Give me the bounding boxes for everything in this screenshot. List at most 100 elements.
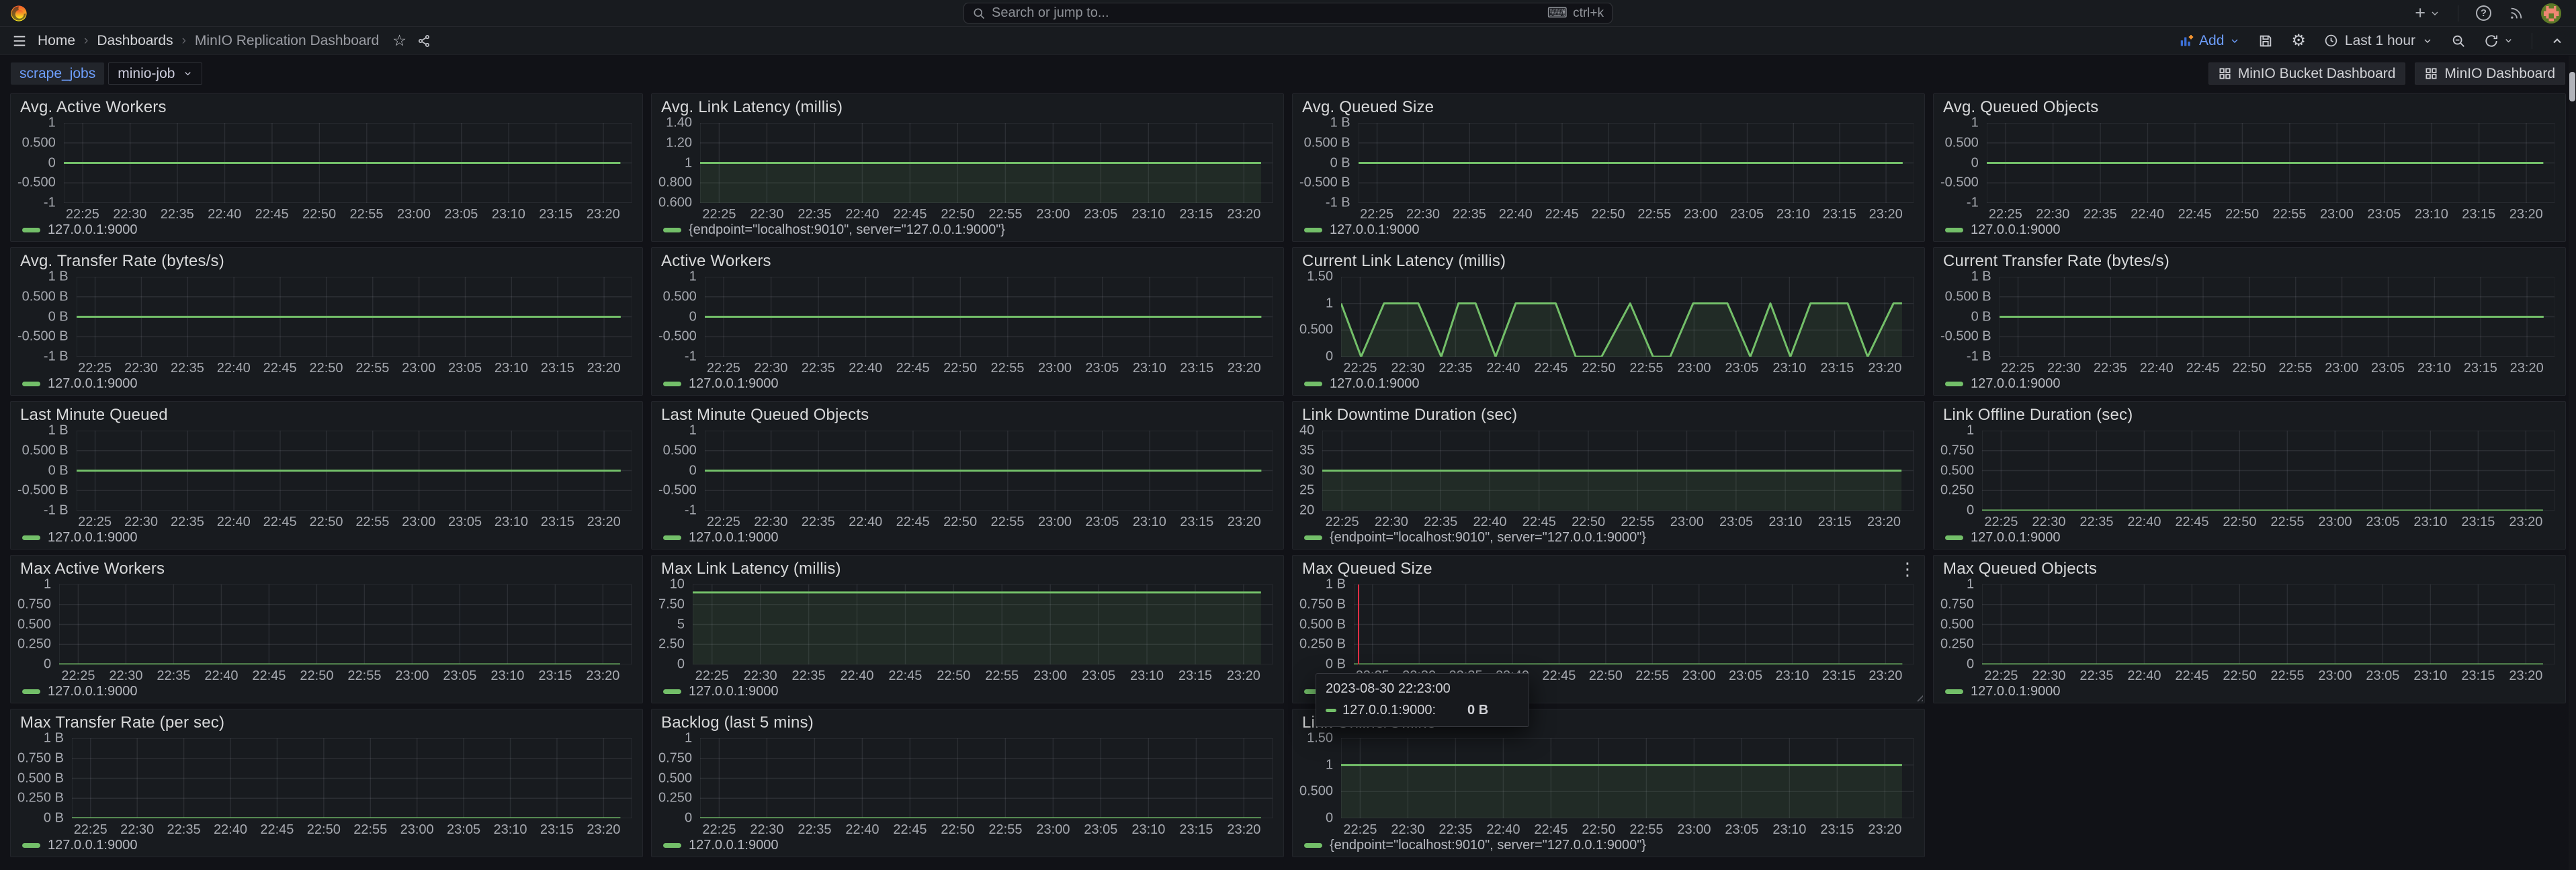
panel-title[interactable]: Avg. Transfer Rate (bytes/s) — [20, 252, 224, 271]
panel-title[interactable]: Current Link Latency (millis) — [1302, 252, 1506, 271]
legend-series-label[interactable]: 127.0.0.1:9000 — [689, 376, 778, 392]
help-icon[interactable]: ? — [2476, 5, 2491, 21]
news-icon[interactable] — [2509, 6, 2524, 21]
x-axis-label: 22:50 — [2225, 207, 2259, 222]
variable-value-dropdown[interactable]: minio-job — [108, 62, 202, 85]
page-scrollbar — [2569, 56, 2576, 870]
x-axis-label: 22:55 — [355, 515, 389, 530]
link-minio-bucket-dashboard[interactable]: MinIO Bucket Dashboard — [2208, 62, 2406, 85]
panel-title[interactable]: Max Active Workers — [20, 560, 165, 578]
breadcrumb-dashboards[interactable]: Dashboards — [97, 33, 173, 49]
plot-area[interactable] — [700, 123, 1273, 203]
legend-series-label[interactable]: 127.0.0.1:9000 — [48, 222, 137, 238]
y-axis-label: 0.500 — [17, 617, 51, 632]
y-axis-label: 0.500 B — [1945, 289, 1991, 304]
plot-area[interactable] — [72, 738, 632, 818]
plot-area[interactable] — [77, 277, 632, 357]
legend-series-label[interactable]: 127.0.0.1:9000 — [1971, 684, 2060, 699]
add-panel-button[interactable]: Add — [2179, 33, 2240, 49]
breadcrumb-current-dashboard: MinIO Replication Dashboard — [195, 33, 379, 49]
grafana-logo[interactable] — [9, 4, 28, 23]
y-axis-label: -0.500 B — [17, 483, 69, 498]
legend-series-label[interactable]: 127.0.0.1:9000 — [1971, 222, 2060, 238]
legend-series-label[interactable]: 127.0.0.1:9000 — [1971, 530, 2060, 546]
legend-series-label[interactable]: 127.0.0.1:9000 — [689, 684, 778, 699]
panel-title[interactable]: Backlog (last 5 mins) — [661, 713, 814, 732]
y-axis-label: 0 — [1967, 503, 1974, 519]
save-dashboard-icon[interactable] — [2258, 34, 2273, 48]
panel-title[interactable]: Last Minute Queued — [20, 406, 168, 425]
panel-title[interactable]: Avg. Link Latency (millis) — [661, 98, 843, 117]
scrollbar-thumb[interactable] — [2569, 72, 2575, 101]
plot-area[interactable] — [705, 431, 1273, 511]
legend-series-label[interactable]: 127.0.0.1:9000 — [1330, 376, 1419, 392]
plot-area[interactable] — [1982, 584, 2554, 664]
panel-title[interactable]: Avg. Active Workers — [20, 98, 167, 117]
plot-region: 40403530252022:2522:3022:3522:4022:4522:… — [1293, 425, 1924, 528]
legend-series-label[interactable]: 127.0.0.1:9000 — [689, 838, 778, 853]
user-avatar[interactable] — [2541, 3, 2561, 24]
x-axis-label: 23:00 — [395, 668, 429, 684]
share-icon[interactable] — [417, 34, 431, 48]
legend-series-label[interactable]: {endpoint="localhost:9010", server="127.… — [1330, 530, 1646, 546]
plot-area[interactable] — [64, 123, 632, 203]
plot-area[interactable] — [2000, 277, 2554, 357]
legend-series-label[interactable]: 127.0.0.1:9000 — [689, 530, 778, 546]
plot-area[interactable] — [1322, 431, 1914, 511]
plot-area[interactable] — [1341, 277, 1914, 357]
collapse-toolbar-icon[interactable] — [2550, 34, 2564, 48]
plot-area[interactable] — [705, 277, 1273, 357]
star-icon[interactable]: ☆ — [392, 32, 406, 50]
panel-title[interactable]: Current Transfer Rate (bytes/s) — [1943, 252, 2170, 271]
legend-series-label[interactable]: 127.0.0.1:9000 — [1330, 222, 1419, 238]
panel-header: Max Link Latency (millis) — [652, 559, 1283, 579]
x-axis-label: 22:50 — [1582, 361, 1615, 376]
plot-area[interactable] — [693, 584, 1273, 664]
breadcrumb-separator: › — [182, 34, 186, 48]
time-range-picker[interactable]: Last 1 hour — [2324, 33, 2433, 49]
breadcrumb-home[interactable]: Home — [38, 33, 75, 49]
panel-title[interactable]: Link Downtime Duration (sec) — [1302, 406, 1517, 425]
panel-title[interactable]: Link Offline Duration (sec) — [1943, 406, 2133, 425]
y-axis-label: 0 — [44, 657, 51, 672]
plot-area[interactable] — [1982, 431, 2554, 511]
panel-title[interactable]: Avg. Queued Objects — [1943, 98, 2099, 117]
zoom-out-icon[interactable] — [2451, 34, 2466, 48]
legend-series-label[interactable]: 127.0.0.1:9000 — [48, 376, 137, 392]
plot-region: 0.750 B1 B0.750 B0.500 B0.250 B0 B22:252… — [1293, 579, 1924, 682]
plot-area[interactable] — [1354, 584, 1914, 664]
legend-series-label[interactable]: 127.0.0.1:9000 — [48, 684, 137, 699]
panel-title[interactable]: Max Transfer Rate (per sec) — [20, 713, 224, 732]
menu-icon[interactable] — [12, 34, 27, 48]
link-minio-dashboard[interactable]: MinIO Dashboard — [2415, 62, 2565, 85]
panel-title[interactable]: Max Link Latency (millis) — [661, 560, 841, 578]
panel-title[interactable]: Max Queued Objects — [1943, 560, 2097, 578]
refresh-button[interactable] — [2484, 34, 2514, 48]
y-axis-label: -1 B — [44, 349, 69, 365]
plot-area[interactable] — [1987, 123, 2554, 203]
new-menu-button[interactable]: + — [2415, 3, 2440, 24]
plot-region: 0.5001.5010.500022:2522:3022:3522:4022:4… — [1293, 733, 1924, 836]
y-axis-label: 1 B — [1326, 577, 1346, 593]
plot-area[interactable] — [77, 431, 632, 511]
legend-series-label[interactable]: 127.0.0.1:9000 — [1971, 376, 2060, 392]
panel-title[interactable]: Active Workers — [661, 252, 771, 271]
plot-area[interactable] — [1359, 123, 1914, 203]
panel: Max Active Workers0.75010.7500.5000.2500… — [10, 555, 643, 703]
plot-area[interactable] — [59, 584, 632, 664]
panel-title[interactable]: Max Queued Size — [1302, 560, 1432, 578]
dashboard-settings-icon[interactable]: ⚙ — [2291, 33, 2306, 49]
panel-title[interactable]: Avg. Queued Size — [1302, 98, 1434, 117]
plot-area[interactable] — [1341, 738, 1914, 818]
plot-region: 0.750 B1 B0.750 B0.500 B0.250 B0 B22:252… — [11, 733, 642, 836]
panel-menu-kebab-icon[interactable]: ⋮ — [1899, 560, 1916, 578]
panel-title[interactable]: Last Minute Queued Objects — [661, 406, 869, 425]
plot-area[interactable] — [700, 738, 1273, 818]
legend-series-label[interactable]: {endpoint="localhost:9010", server="127.… — [689, 222, 1005, 238]
search-input[interactable]: Search or jump to... ⌨ ctrl+k — [963, 3, 1613, 24]
legend-series-label[interactable]: {endpoint="localhost:9010", server="127.… — [1330, 838, 1646, 853]
legend-series-label[interactable]: 127.0.0.1:9000 — [48, 838, 137, 853]
legend-series-label[interactable]: 127.0.0.1:9000 — [48, 530, 137, 546]
legend: 127.0.0.1:9000 — [11, 220, 642, 239]
y-axis-label: 0.500 B — [22, 289, 69, 304]
